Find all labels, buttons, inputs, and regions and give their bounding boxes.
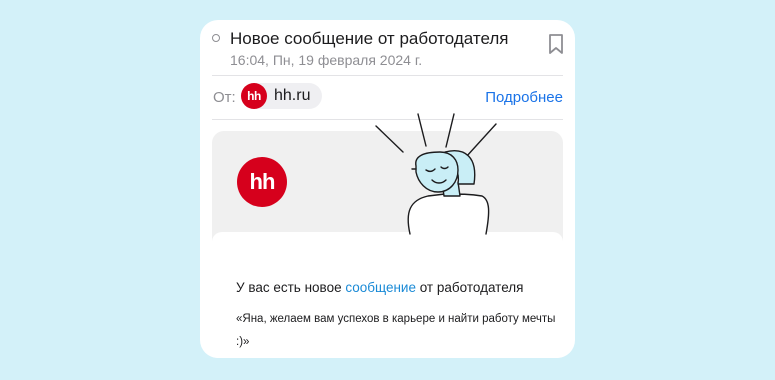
sender-chip[interactable]: hh hh.ru: [241, 83, 323, 109]
email-card: Новое сообщение от работодателя 16:04, П…: [200, 20, 575, 358]
person-illustration: [375, 113, 497, 235]
unread-dot-icon[interactable]: [212, 34, 220, 42]
email-date: 16:04, Пн, 19 февраля 2024 г.: [230, 52, 423, 68]
body-quote: «Яна, желаем вам успехов в карьере и най…: [236, 313, 556, 348]
background-stage: Новое сообщение от работодателя 16:04, П…: [0, 0, 775, 380]
hh-logo: hh: [237, 157, 287, 207]
email-body: У вас есть новое сообщение от работодате…: [212, 232, 563, 358]
header-divider: [212, 75, 563, 76]
body-text-before: У вас есть новое: [236, 280, 346, 295]
body-text-after: от работодателя: [415, 280, 524, 295]
from-label: От:: [213, 89, 236, 106]
message-link[interactable]: сообщение: [345, 280, 416, 295]
details-link[interactable]: Подробнее: [485, 89, 563, 106]
sender-name: hh.ru: [274, 87, 311, 104]
body-message-line: У вас есть новое сообщение от работодате…: [236, 280, 523, 295]
sender-avatar: hh: [241, 83, 267, 109]
bookmark-icon[interactable]: [547, 33, 565, 55]
email-subject: Новое сообщение от работодателя: [230, 29, 509, 48]
